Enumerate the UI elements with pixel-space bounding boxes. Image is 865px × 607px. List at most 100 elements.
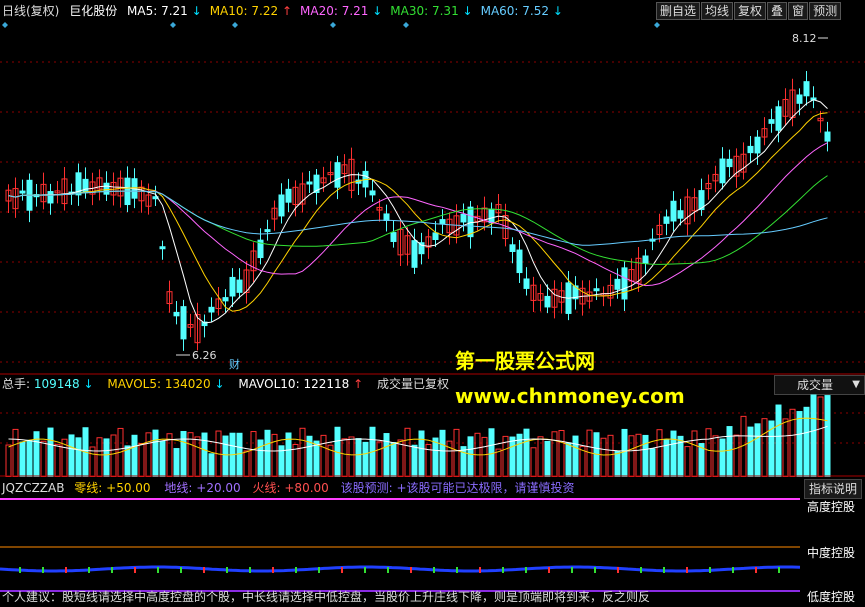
- chevron-down-icon: ▼: [852, 379, 860, 390]
- volume-bar: [376, 441, 383, 477]
- candle-body: [460, 213, 467, 223]
- candle-body: [621, 267, 628, 300]
- toolbar-button[interactable]: 叠: [767, 2, 788, 20]
- volume-bar: [628, 435, 635, 477]
- ma5-line: [8, 99, 828, 324]
- volume-bar: [439, 429, 446, 477]
- volume-bar: [523, 428, 530, 477]
- volume-bar: [684, 446, 691, 477]
- volume-bar: [397, 439, 404, 477]
- ma-trend-arrow-icon: ↓: [372, 4, 383, 18]
- period-label[interactable]: 日线(复权): [2, 2, 59, 20]
- volume-selector[interactable]: 成交量 ▼: [774, 375, 865, 395]
- volume-bar: [138, 443, 145, 477]
- candle-body: [719, 158, 726, 184]
- volume-bar: [600, 437, 607, 477]
- toolbar: 删自选 均线 复权叠窗预测: [656, 2, 842, 20]
- candle-body: [334, 162, 341, 188]
- candle-body: [47, 191, 54, 204]
- level-low-label: 低度控股: [807, 590, 856, 604]
- ma-trend-arrow-icon: ↓: [462, 4, 473, 18]
- volume-bar: [180, 430, 187, 477]
- candle-body: [544, 295, 551, 308]
- candle-body: [488, 208, 495, 224]
- volume-chart[interactable]: [0, 393, 865, 477]
- price-chart[interactable]: 8.12 6.26 财: [0, 20, 865, 375]
- total-volume-label: 总手:: [2, 377, 31, 391]
- volume-bar: [649, 448, 656, 477]
- volume-bar: [544, 440, 551, 477]
- candle-body: [173, 311, 180, 317]
- volume-bar: [453, 428, 460, 477]
- event-marker-icon: [654, 22, 660, 28]
- volume-bar: [411, 444, 418, 477]
- volume-bar: [159, 440, 166, 477]
- volume-bar: [495, 448, 502, 477]
- volume-bar: [250, 431, 257, 477]
- volume-bar: [404, 427, 411, 477]
- mavol5-line: [8, 417, 828, 456]
- volume-bar: [131, 434, 138, 477]
- toolbar-button[interactable]: 均线: [701, 2, 734, 20]
- volume-bar: [460, 446, 467, 477]
- candle-body: [19, 190, 26, 194]
- ma-trend-arrow-icon: ↓: [191, 4, 202, 18]
- fire-line-label: 火线: +80.00: [252, 481, 329, 495]
- candle-body: [516, 249, 523, 274]
- mavol10-label: MAVOL10:: [238, 377, 300, 391]
- volume-bar: [103, 438, 110, 477]
- candle-body: [642, 255, 649, 264]
- candle-body: [593, 288, 600, 292]
- mavol5-arrow: ↓: [214, 377, 225, 391]
- volume-bar: [754, 423, 761, 477]
- volume-bar: [572, 435, 579, 477]
- volume-bar: [201, 432, 208, 477]
- toolbar-button[interactable]: 复权: [734, 2, 767, 20]
- volume-bar: [726, 426, 733, 477]
- volume-bar: [775, 404, 782, 477]
- toolbar-button[interactable]: 预测: [809, 2, 842, 20]
- volume-bar: [558, 430, 565, 477]
- volume-bar: [390, 442, 397, 477]
- predict-text: +该股可能已达极限，请谨慎投资: [396, 481, 575, 495]
- candle-body: [796, 94, 803, 104]
- candle-body: [82, 178, 89, 194]
- low-price-label: 6.26: [192, 349, 217, 362]
- finance-report-icon: 财: [229, 357, 240, 371]
- candle-body: [824, 131, 831, 142]
- ma-legend: MA5: 7.21 ↓ MA10: 7.22 ↑ MA20: 7.21 ↓ MA30:…: [127, 4, 571, 18]
- mavol10-arrow: ↑: [353, 377, 364, 391]
- volume-bar: [5, 444, 12, 477]
- total-volume-arrow: ↓: [83, 377, 94, 391]
- candle-body: [677, 210, 684, 219]
- volume-bar: [47, 427, 54, 477]
- toolbar-button[interactable]: 窗: [788, 2, 809, 20]
- event-marker-icon: [403, 22, 409, 28]
- volume-bar: [33, 431, 40, 477]
- volume-bar: [656, 429, 663, 477]
- indicator-name: JQZCZZAB: [2, 481, 65, 495]
- volume-bar: [614, 450, 621, 477]
- ma60-line: [8, 190, 828, 246]
- candle-body: [103, 182, 110, 195]
- volume-bar: [635, 433, 642, 477]
- volume-bar: [705, 428, 712, 477]
- volume-bar: [551, 431, 558, 477]
- ma10-line: [8, 112, 828, 312]
- event-marker-icon: [232, 22, 238, 28]
- ma-trend-arrow-icon: ↓: [552, 4, 563, 18]
- event-marker-icon: [2, 22, 8, 28]
- candle-body: [509, 244, 516, 252]
- candle-body: [670, 200, 677, 222]
- volume-bar: [761, 418, 768, 477]
- volume-bar: [96, 437, 103, 477]
- candle-body: [523, 278, 530, 289]
- mavol5-value: 134020: [164, 377, 211, 391]
- volume-bar: [796, 411, 803, 477]
- candle-body: [264, 229, 271, 233]
- volume-bar: [712, 435, 719, 477]
- toolbar-button[interactable]: 删自选: [656, 2, 701, 20]
- volume-note: 成交量已复权: [376, 377, 449, 391]
- candle-body: [803, 81, 810, 97]
- indicator-help-button[interactable]: 指标说明: [804, 479, 863, 499]
